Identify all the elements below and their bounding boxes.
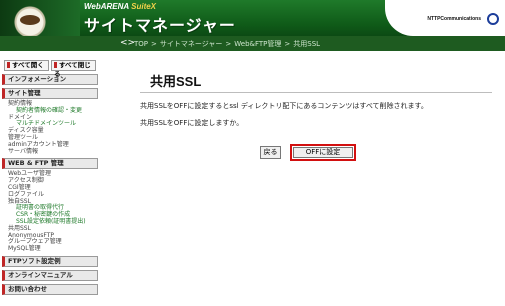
webftp-tree: Webユーザ管理 アクセス制御 CGI管理 ログファイル 独自SSL 証明書の取… (8, 171, 100, 253)
sidebar-section-ftp-settings[interactable]: FTPソフト設定例 (2, 255, 98, 267)
sidebar-item-mysql[interactable]: MySQL管理 (8, 245, 100, 253)
sidebar-section-contact[interactable]: お問い合わせ (2, 283, 98, 295)
breadcrumb-bar: <> TOP > サイトマネージャー > Web&FTP管理 > 共用SSL (0, 36, 505, 51)
open-all-button[interactable]: すべて開く (4, 60, 49, 71)
brand-suite: SuiteX (131, 2, 157, 11)
breadcrumb: TOP > サイトマネージャー > Web&FTP管理 > 共用SSL (134, 40, 321, 48)
nav-arrows-icon[interactable]: <> (120, 38, 135, 48)
company-emblem-icon (487, 13, 499, 25)
brand-name: WebARENA (84, 2, 129, 11)
page-title: 共用SSL (150, 74, 202, 89)
site-admin-tree: 契約情報 契約者情報の確認・変更 ドメイン マルチドメインツール ディスク容量 … (8, 100, 100, 156)
app-title: サイトマネージャー (84, 16, 236, 35)
coffee-cup-image (0, 0, 80, 36)
sidebar-item-server-info[interactable]: サーバ情報 (8, 148, 100, 156)
sidebar: すべて開く すべて閉じる インフォメーション サイト管理 契約情報 契約者情報の… (0, 57, 100, 306)
set-off-button[interactable]: OFFに設定 (293, 147, 353, 158)
sidebar-section-online-manual[interactable]: オンラインマニュアル (2, 269, 98, 281)
warning-message: 共用SSLをOFFに設定するとssl ディレクトリ配下にあるコンテンツはすべて削… (140, 102, 428, 110)
brand-logo: WebARENA SuiteX (84, 2, 156, 11)
breadcrumb-webftp[interactable]: Web&FTP管理 (234, 40, 281, 48)
breadcrumb-site-manager[interactable]: サイトマネージャー (160, 40, 223, 48)
breadcrumb-top[interactable]: TOP (134, 40, 148, 48)
sidebar-section-webftp[interactable]: WEB & FTP 管理 (2, 158, 98, 170)
off-button-highlight: OFFに設定 (290, 144, 356, 161)
sidebar-section-info[interactable]: インフォメーション (2, 74, 98, 85)
title-divider (140, 92, 492, 93)
company-area: NTTPCommunications (385, 0, 505, 36)
breadcrumb-current: 共用SSL (293, 40, 321, 48)
sidebar-section-site-admin[interactable]: サイト管理 (2, 88, 98, 99)
header-banner: WebARENA SuiteX サイトマネージャー NTTPCommunicat… (0, 0, 505, 36)
back-button[interactable]: 戻る (260, 146, 281, 159)
company-logo: NTTPCommunications (427, 16, 481, 22)
coffee-image (20, 15, 40, 25)
confirm-message: 共用SSLをOFFに設定しますか。 (140, 119, 244, 127)
close-all-button[interactable]: すべて閉じる (51, 60, 96, 78)
